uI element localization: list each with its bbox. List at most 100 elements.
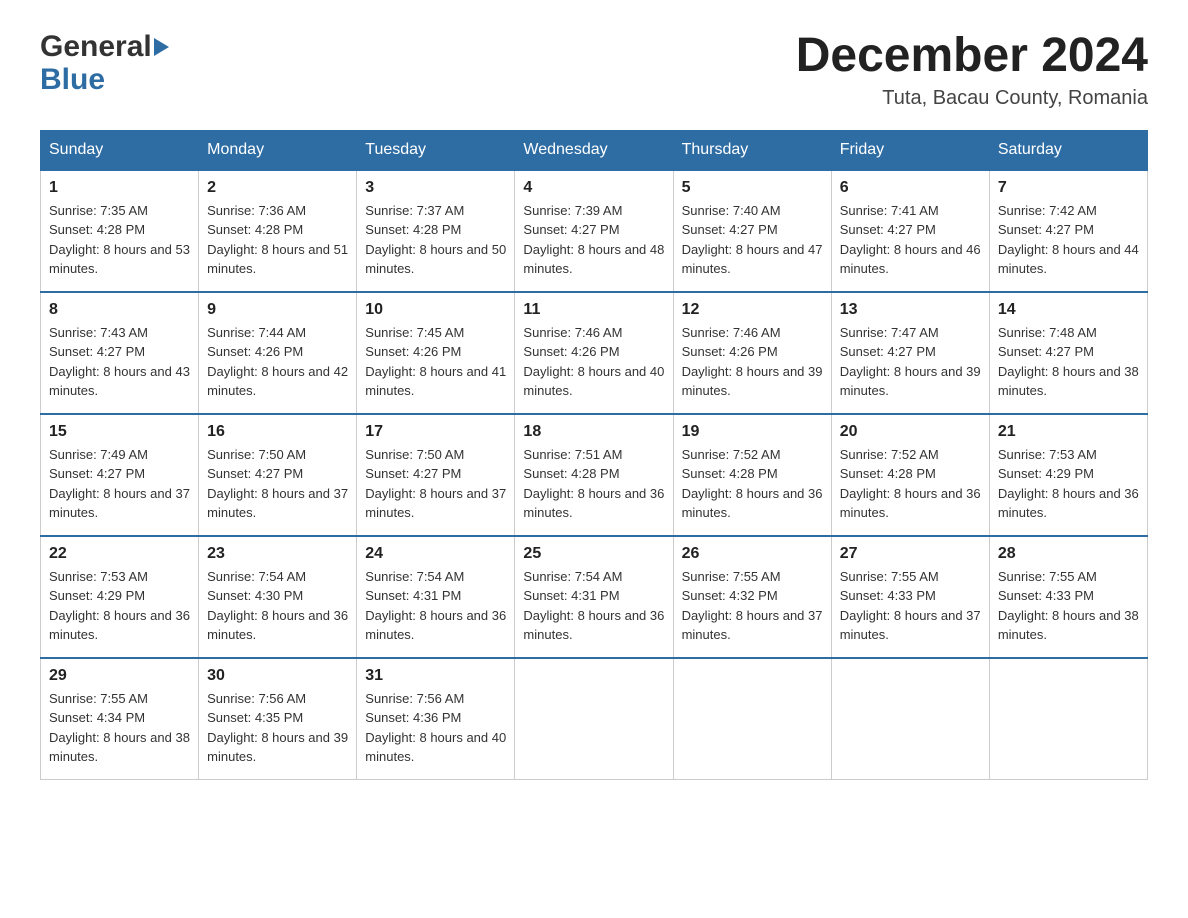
day-number: 1 bbox=[49, 179, 190, 197]
day-info: Sunrise: 7:54 AMSunset: 4:31 PMDaylight:… bbox=[523, 567, 664, 645]
day-info: Sunrise: 7:43 AMSunset: 4:27 PMDaylight:… bbox=[49, 323, 190, 401]
day-info: Sunrise: 7:53 AMSunset: 4:29 PMDaylight:… bbox=[998, 445, 1139, 523]
calendar-cell: 15Sunrise: 7:49 AMSunset: 4:27 PMDayligh… bbox=[41, 414, 199, 536]
day-info: Sunrise: 7:56 AMSunset: 4:36 PMDaylight:… bbox=[365, 689, 506, 767]
location-text: Tuta, Bacau County, Romania bbox=[796, 87, 1148, 110]
calendar-cell: 6Sunrise: 7:41 AMSunset: 4:27 PMDaylight… bbox=[831, 170, 989, 292]
day-info: Sunrise: 7:56 AMSunset: 4:35 PMDaylight:… bbox=[207, 689, 348, 767]
calendar-header-tuesday: Tuesday bbox=[357, 130, 515, 170]
calendar-cell: 13 Sunrise: 7:47 AMSunset: 4:27 PMDayligh… bbox=[831, 292, 989, 414]
week-row-3: 15Sunrise: 7:49 AMSunset: 4:27 PMDayligh… bbox=[41, 414, 1148, 536]
page-header: General Blue December 2024 Tuta, Bacau C… bbox=[40, 30, 1148, 110]
day-number: 3 bbox=[365, 179, 506, 197]
day-info: Sunrise: 7:36 AMSunset: 4:28 PMDaylight:… bbox=[207, 201, 348, 279]
day-info: Sunrise: 7:40 AMSunset: 4:27 PMDaylight:… bbox=[682, 201, 823, 279]
calendar-cell: 16 Sunrise: 7:50 AMSunset: 4:27 PMDayligh… bbox=[199, 414, 357, 536]
day-info: Sunrise: 7:54 AMSunset: 4:31 PMDaylight:… bbox=[365, 567, 506, 645]
day-number: 26 bbox=[682, 545, 823, 563]
day-number: 17 bbox=[365, 423, 506, 441]
day-info: Sunrise: 7:46 AMSunset: 4:26 PMDaylight:… bbox=[523, 323, 664, 401]
day-info: Sunrise: 7:46 AMSunset: 4:26 PMDaylight:… bbox=[682, 323, 823, 401]
day-number: 2 bbox=[207, 179, 348, 197]
calendar-cell: 30 Sunrise: 7:56 AMSunset: 4:35 PMDayligh… bbox=[199, 658, 357, 780]
calendar-cell: 28 Sunrise: 7:55 AMSunset: 4:33 PMDayligh… bbox=[989, 536, 1147, 658]
day-number: 13 bbox=[840, 301, 981, 319]
logo-blue-text: Blue bbox=[40, 63, 171, 96]
logo-triangle-icon bbox=[154, 38, 169, 56]
day-number: 22 bbox=[49, 545, 190, 563]
calendar-cell: 4 Sunrise: 7:39 AMSunset: 4:27 PMDaylight… bbox=[515, 170, 673, 292]
week-row-5: 29 Sunrise: 7:55 AMSunset: 4:34 PMDayligh… bbox=[41, 658, 1148, 780]
calendar-cell: 18Sunrise: 7:51 AMSunset: 4:28 PMDayligh… bbox=[515, 414, 673, 536]
calendar-cell: 24 Sunrise: 7:54 AMSunset: 4:31 PMDayligh… bbox=[357, 536, 515, 658]
day-number: 18 bbox=[523, 423, 664, 441]
calendar-cell: 29 Sunrise: 7:55 AMSunset: 4:34 PMDayligh… bbox=[41, 658, 199, 780]
calendar-header-thursday: Thursday bbox=[673, 130, 831, 170]
month-title: December 2024 bbox=[796, 30, 1148, 83]
calendar-cell bbox=[673, 658, 831, 780]
day-info: Sunrise: 7:48 AMSunset: 4:27 PMDaylight:… bbox=[998, 323, 1139, 401]
day-info: Sunrise: 7:49 AMSunset: 4:27 PMDaylight:… bbox=[49, 445, 190, 523]
day-number: 24 bbox=[365, 545, 506, 563]
day-number: 25 bbox=[523, 545, 664, 563]
day-info: Sunrise: 7:53 AMSunset: 4:29 PMDaylight:… bbox=[49, 567, 190, 645]
day-number: 30 bbox=[207, 667, 348, 685]
day-number: 31 bbox=[365, 667, 506, 685]
week-row-1: 1 Sunrise: 7:35 AMSunset: 4:28 PMDaylight… bbox=[41, 170, 1148, 292]
day-info: Sunrise: 7:39 AMSunset: 4:27 PMDaylight:… bbox=[523, 201, 664, 279]
calendar-cell: 20 Sunrise: 7:52 AMSunset: 4:28 PMDayligh… bbox=[831, 414, 989, 536]
logo: General Blue bbox=[40, 30, 171, 96]
day-number: 27 bbox=[840, 545, 981, 563]
week-row-4: 22 Sunrise: 7:53 AMSunset: 4:29 PMDayligh… bbox=[41, 536, 1148, 658]
day-number: 12 bbox=[682, 301, 823, 319]
logo-general-text: General bbox=[40, 30, 152, 63]
day-number: 9 bbox=[207, 301, 348, 319]
calendar-cell: 8Sunrise: 7:43 AMSunset: 4:27 PMDaylight… bbox=[41, 292, 199, 414]
day-info: Sunrise: 7:41 AMSunset: 4:27 PMDaylight:… bbox=[840, 201, 981, 279]
calendar-cell: 11 Sunrise: 7:46 AMSunset: 4:26 PMDayligh… bbox=[515, 292, 673, 414]
day-number: 14 bbox=[998, 301, 1139, 319]
day-number: 10 bbox=[365, 301, 506, 319]
day-info: Sunrise: 7:55 AMSunset: 4:33 PMDaylight:… bbox=[998, 567, 1139, 645]
calendar-header-monday: Monday bbox=[199, 130, 357, 170]
calendar-header-saturday: Saturday bbox=[989, 130, 1147, 170]
calendar-header-friday: Friday bbox=[831, 130, 989, 170]
day-number: 20 bbox=[840, 423, 981, 441]
calendar-header-row: SundayMondayTuesdayWednesdayThursdayFrid… bbox=[41, 130, 1148, 170]
day-number: 4 bbox=[523, 179, 664, 197]
calendar-cell: 9Sunrise: 7:44 AMSunset: 4:26 PMDaylight… bbox=[199, 292, 357, 414]
calendar-cell: 17 Sunrise: 7:50 AMSunset: 4:27 PMDayligh… bbox=[357, 414, 515, 536]
day-info: Sunrise: 7:52 AMSunset: 4:28 PMDaylight:… bbox=[840, 445, 981, 523]
calendar-cell: 22 Sunrise: 7:53 AMSunset: 4:29 PMDayligh… bbox=[41, 536, 199, 658]
day-info: Sunrise: 7:45 AMSunset: 4:26 PMDaylight:… bbox=[365, 323, 506, 401]
day-info: Sunrise: 7:47 AMSunset: 4:27 PMDaylight:… bbox=[840, 323, 981, 401]
day-number: 11 bbox=[523, 301, 664, 319]
calendar-cell: 5Sunrise: 7:40 AMSunset: 4:27 PMDaylight… bbox=[673, 170, 831, 292]
day-info: Sunrise: 7:50 AMSunset: 4:27 PMDaylight:… bbox=[365, 445, 506, 523]
calendar-header-sunday: Sunday bbox=[41, 130, 199, 170]
calendar-header-wednesday: Wednesday bbox=[515, 130, 673, 170]
calendar-cell: 3 Sunrise: 7:37 AMSunset: 4:28 PMDaylight… bbox=[357, 170, 515, 292]
calendar-cell: 23Sunrise: 7:54 AMSunset: 4:30 PMDayligh… bbox=[199, 536, 357, 658]
day-info: Sunrise: 7:37 AMSunset: 4:28 PMDaylight:… bbox=[365, 201, 506, 279]
day-info: Sunrise: 7:35 AMSunset: 4:28 PMDaylight:… bbox=[49, 201, 190, 279]
calendar-cell: 7Sunrise: 7:42 AMSunset: 4:27 PMDaylight… bbox=[989, 170, 1147, 292]
calendar-cell: 25 Sunrise: 7:54 AMSunset: 4:31 PMDayligh… bbox=[515, 536, 673, 658]
calendar-cell: 19Sunrise: 7:52 AMSunset: 4:28 PMDayligh… bbox=[673, 414, 831, 536]
day-info: Sunrise: 7:55 AMSunset: 4:32 PMDaylight:… bbox=[682, 567, 823, 645]
day-number: 19 bbox=[682, 423, 823, 441]
day-info: Sunrise: 7:55 AMSunset: 4:34 PMDaylight:… bbox=[49, 689, 190, 767]
calendar-cell bbox=[831, 658, 989, 780]
day-number: 28 bbox=[998, 545, 1139, 563]
calendar-cell: 1 Sunrise: 7:35 AMSunset: 4:28 PMDaylight… bbox=[41, 170, 199, 292]
calendar-table: SundayMondayTuesdayWednesdayThursdayFrid… bbox=[40, 130, 1148, 780]
day-number: 16 bbox=[207, 423, 348, 441]
calendar-cell: 21 Sunrise: 7:53 AMSunset: 4:29 PMDayligh… bbox=[989, 414, 1147, 536]
day-info: Sunrise: 7:50 AMSunset: 4:27 PMDaylight:… bbox=[207, 445, 348, 523]
calendar-cell: 12 Sunrise: 7:46 AMSunset: 4:26 PMDayligh… bbox=[673, 292, 831, 414]
calendar-cell: 27Sunrise: 7:55 AMSunset: 4:33 PMDayligh… bbox=[831, 536, 989, 658]
calendar-cell: 2 Sunrise: 7:36 AMSunset: 4:28 PMDaylight… bbox=[199, 170, 357, 292]
day-number: 29 bbox=[49, 667, 190, 685]
calendar-cell: 26 Sunrise: 7:55 AMSunset: 4:32 PMDayligh… bbox=[673, 536, 831, 658]
day-number: 21 bbox=[998, 423, 1139, 441]
